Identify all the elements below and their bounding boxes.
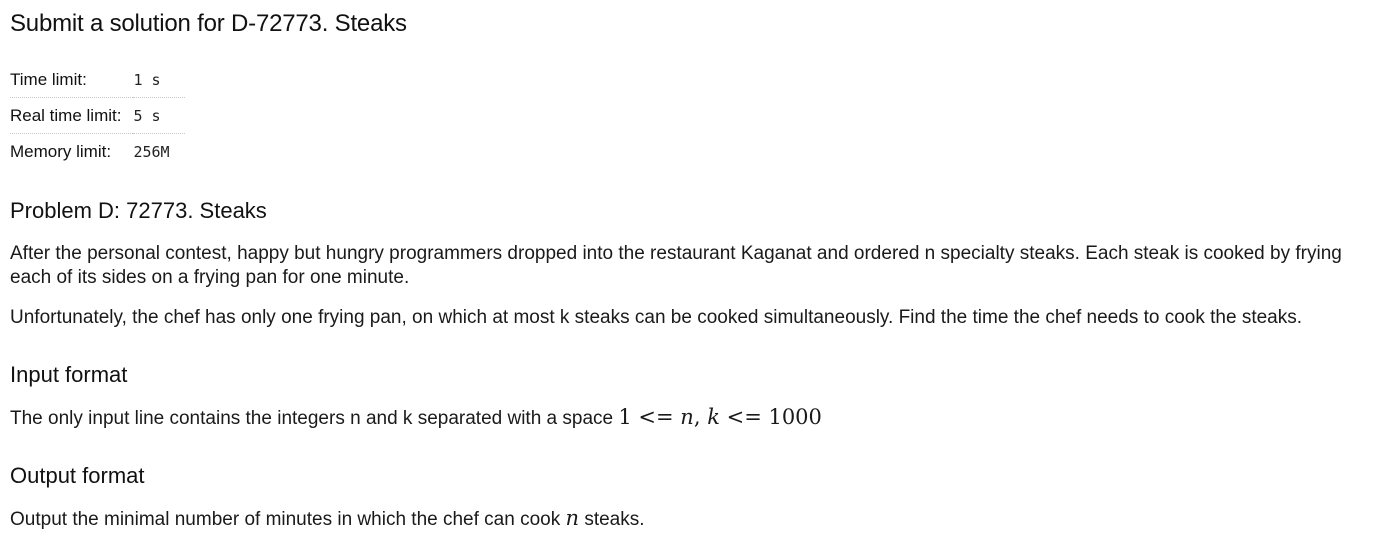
statement-paragraph-1-line-2: each of its sides on a frying pan for on… <box>10 267 410 288</box>
input-format-text: The only input line contains the integer… <box>10 405 822 431</box>
limits-table: Time limit: 1 s Real time limit: 5 s Mem… <box>10 62 186 170</box>
input-format-sentence: The only input line contains the integer… <box>10 408 614 429</box>
time-limit-label: Time limit: <box>10 62 134 98</box>
limit-row-real-time: Real time limit: 5 s <box>10 97 186 134</box>
page-title: Submit a solution for D-72773. Steaks <box>10 10 407 37</box>
statement-paragraph-1-line-1: After the personal contest, happy but hu… <box>10 243 1342 264</box>
output-format-text: Output the minimal number of minutes in … <box>10 506 645 532</box>
memory-limit-label: Memory limit: <box>10 141 112 161</box>
input-format-heading: Input format <box>10 362 128 387</box>
problem-page: Submit a solution for D-72773. Steaks Ti… <box>10 0 1400 536</box>
output-format-heading: Output format <box>10 463 145 488</box>
math-var-n: n <box>565 506 580 530</box>
output-format-sentence: Output the minimal number of minutes in … <box>10 509 561 530</box>
statement-paragraph-2: Unfortunately, the chef has only one fry… <box>10 307 1303 328</box>
limit-row-time: Time limit: 1 s <box>10 62 186 98</box>
real-time-limit-label: Real time limit: <box>10 97 134 134</box>
math-var-n: n <box>680 405 694 429</box>
math-comma: , <box>693 405 708 429</box>
output-format-sentence-end: steaks. <box>584 509 645 530</box>
limit-row-memory: Memory limit: 256M <box>10 134 185 170</box>
time-limit-value: 1 s <box>133 62 186 98</box>
math-lhs: 1 <= <box>618 405 681 429</box>
memory-limit-value: 256M <box>133 142 170 161</box>
problem-title: Problem D: 72773. Steaks <box>10 198 267 223</box>
input-constraint-math: 1 <= n, k <= 1000 <box>618 405 822 429</box>
real-time-limit-value: 5 s <box>133 97 186 134</box>
math-var-k: k <box>707 405 720 429</box>
math-rhs: <= 1000 <box>719 405 822 429</box>
